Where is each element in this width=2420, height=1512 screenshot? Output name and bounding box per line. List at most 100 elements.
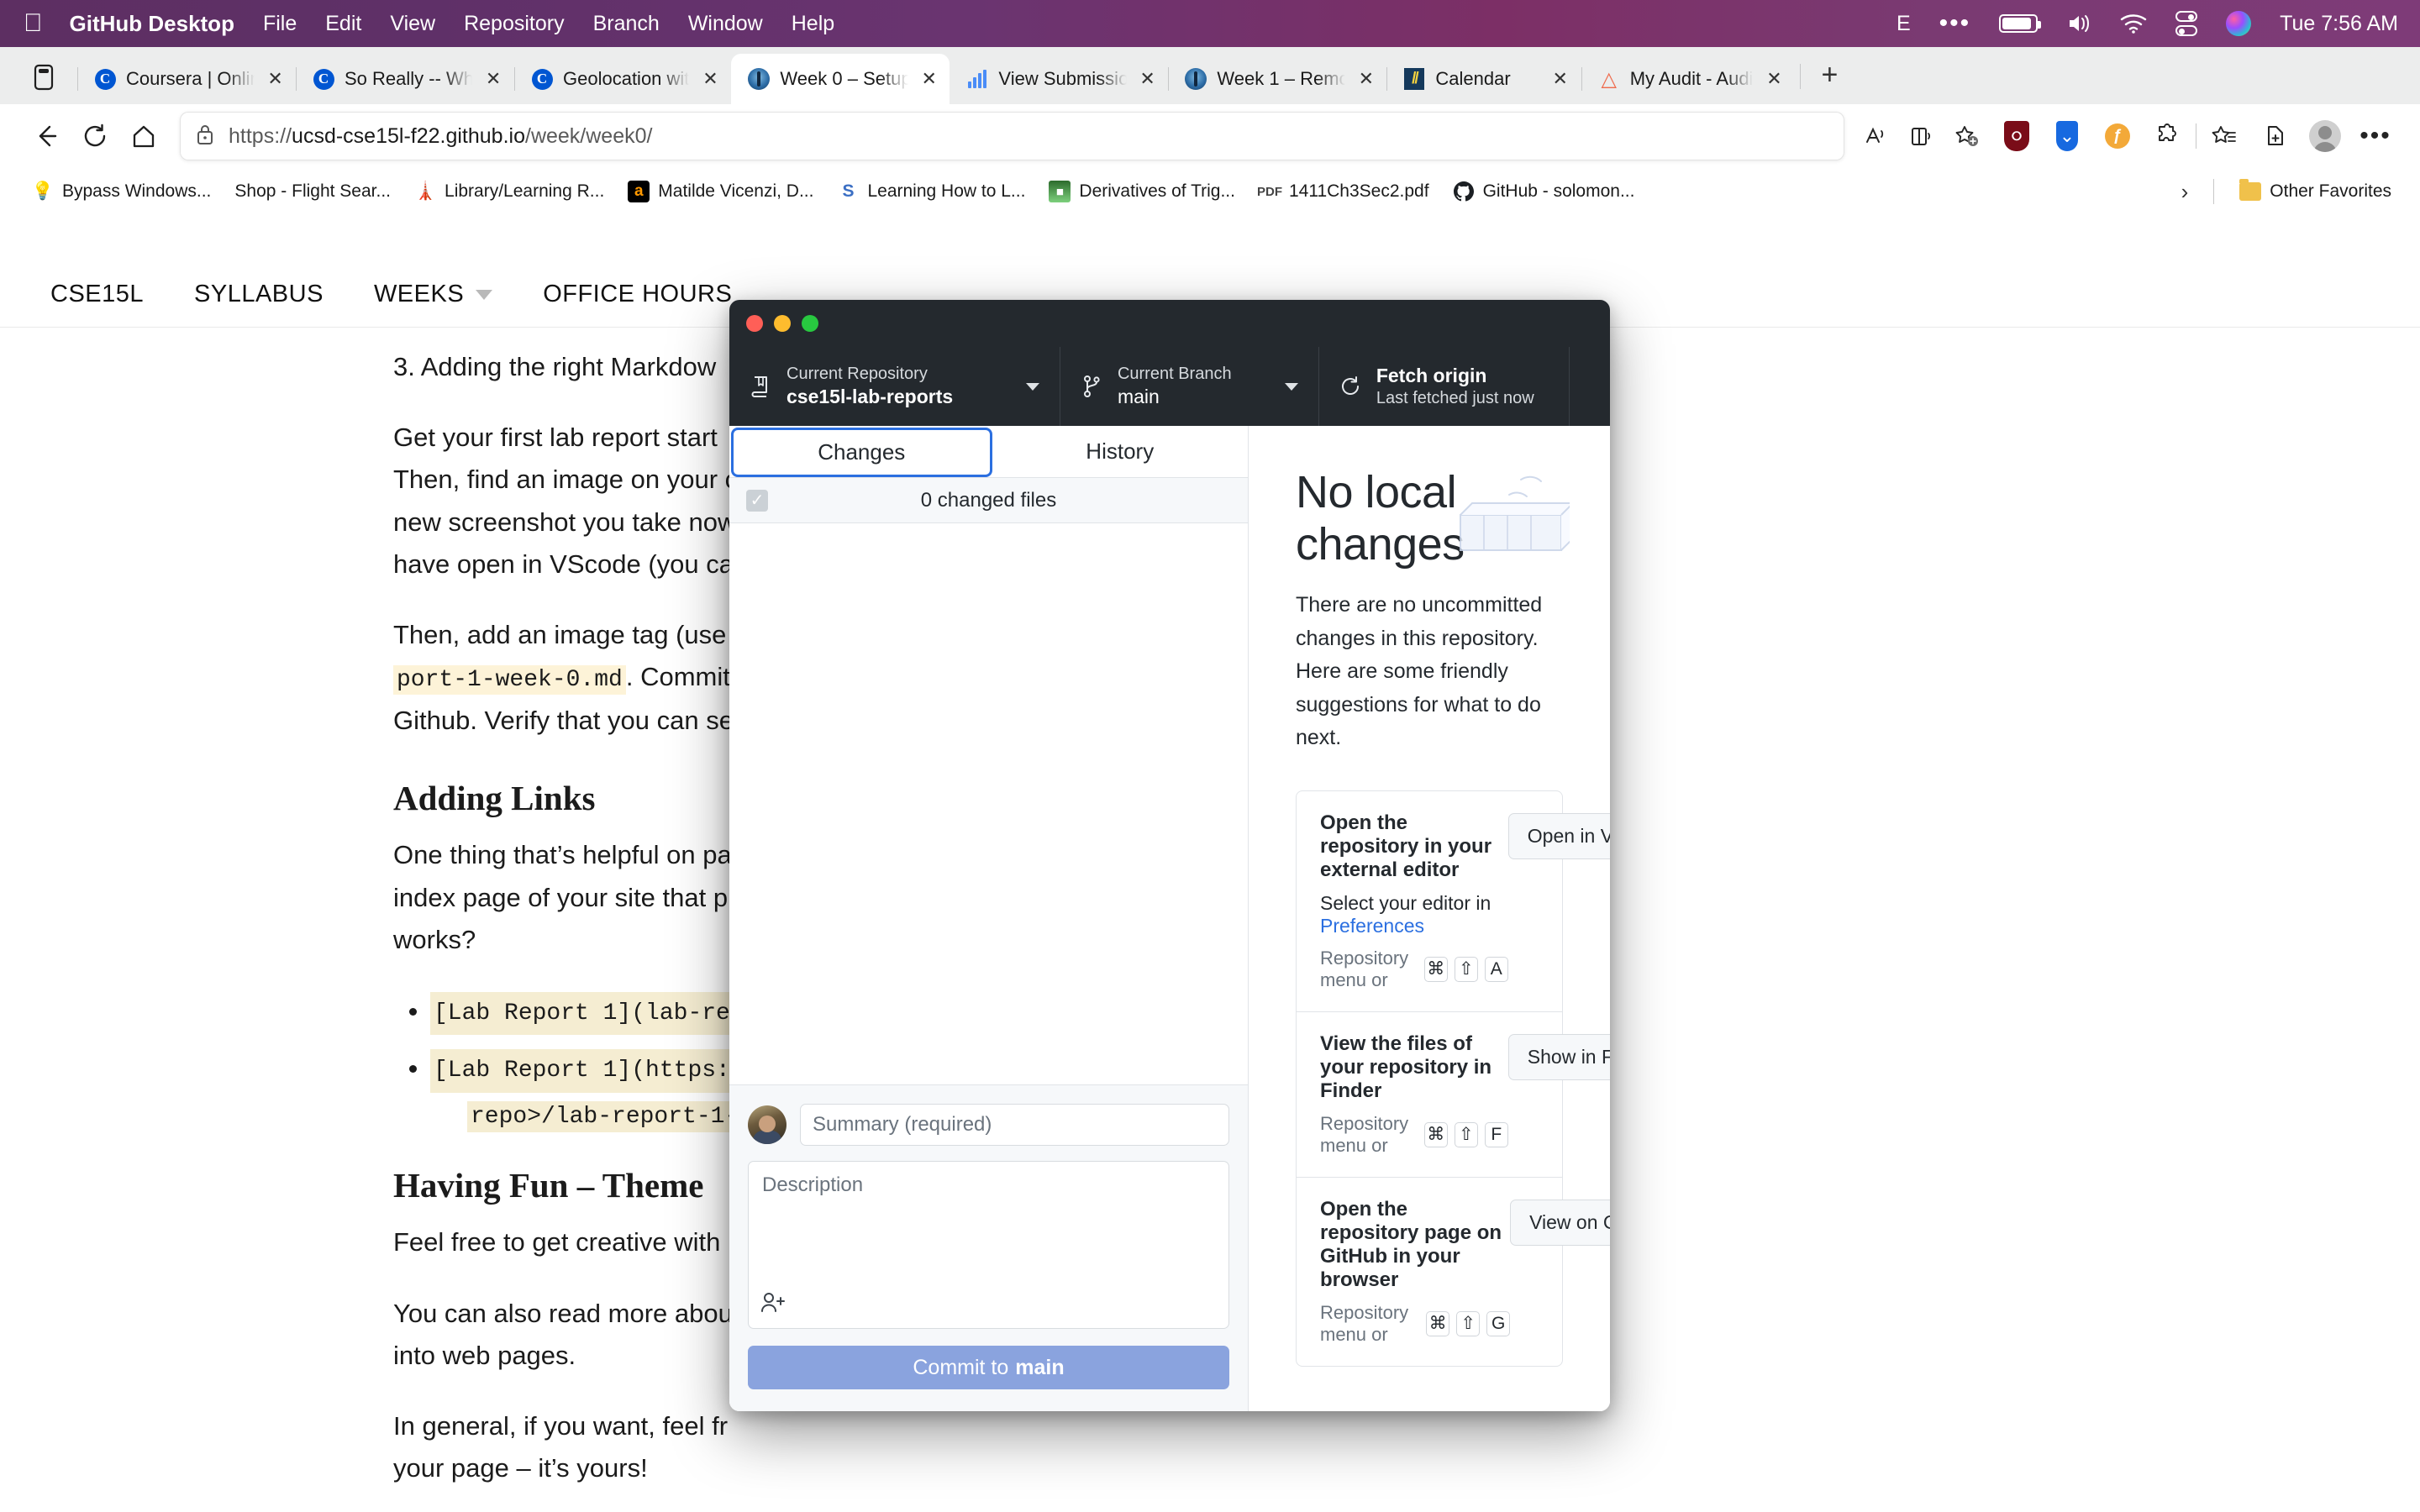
preferences-link[interactable]: Preferences (1320, 915, 1424, 937)
suggestion-open-in-editor: Open the repository in your external edi… (1297, 791, 1610, 1012)
tab-close-icon[interactable]: ✕ (1549, 68, 1571, 90)
changed-files-list[interactable] (729, 523, 1248, 1084)
menu-edit[interactable]: Edit (325, 12, 361, 36)
honey-icon[interactable]: ƒ (2095, 113, 2140, 159)
site-nav-office-hours[interactable]: OFFICE HOURS (518, 281, 757, 308)
site-nav-cse15l[interactable]: CSE15L (25, 281, 169, 308)
address-bar[interactable]: https://ucsd-cse15l-f22.github.io/week/w… (180, 112, 1844, 160)
commit-description-input[interactable]: Description (748, 1161, 1229, 1329)
chevron-right-icon[interactable]: › (2170, 179, 2201, 205)
chevron-down-icon[interactable] (1025, 382, 1039, 391)
fetch-origin-button[interactable]: Fetch origin Last fetched just now (1319, 347, 1570, 426)
select-all-checkbox[interactable]: ✓ (746, 489, 768, 512)
tab-close-icon[interactable]: ✕ (699, 68, 721, 90)
menu-window[interactable]: Window (688, 12, 763, 36)
new-tab-button[interactable]: + (1806, 54, 1853, 104)
browser-tab-geolocation[interactable]: C Geolocation wit ✕ (514, 54, 731, 104)
collections-icon[interactable] (2202, 113, 2247, 159)
bookmark-github-solomon[interactable]: GitHub - solomon... (1441, 181, 1647, 202)
extensions-puzzle-icon[interactable] (2145, 113, 2191, 159)
add-coauthor-icon[interactable] (760, 1292, 786, 1320)
home-icon[interactable] (119, 112, 168, 160)
split-screen-icon[interactable] (1898, 113, 1944, 159)
wifi-icon[interactable] (2120, 13, 2147, 34)
ucsd-icon (748, 68, 771, 90)
address-bar-url[interactable]: https://ucsd-cse15l-f22.github.io/week/w… (229, 124, 652, 149)
bookmark-library-learning[interactable]: 🗼 Library/Learning R... (402, 181, 616, 202)
menu-branch[interactable]: Branch (593, 12, 660, 36)
browser-tab-view-submission[interactable]: View Submissio ✕ (950, 54, 1168, 104)
paragraph-line: index page of your site that p (393, 882, 729, 912)
bookmark-learning-how-to-learn[interactable]: S Learning How to L... (825, 181, 1037, 202)
browser-tab-coursera-1[interactable]: C Coursera | Onlin ✕ (77, 54, 296, 104)
siri-icon[interactable] (2226, 11, 2252, 36)
tab-close-icon[interactable]: ✕ (1137, 68, 1159, 90)
bookmarks-divider (2213, 179, 2215, 204)
shortcut-prefix: Repository menu or (1320, 1301, 1409, 1345)
tab-actions-icon[interactable] (22, 55, 66, 99)
bookmark-other-favorites[interactable]: Other Favorites (2228, 179, 2403, 202)
browser-tab-week0-setup[interactable]: Week 0 – Setup ✕ (731, 54, 950, 104)
browser-tab-week1-remote[interactable]: Week 1 – Remo ✕ (1168, 54, 1386, 104)
settings-more-icon[interactable]: ••• (2353, 113, 2398, 159)
browser-tab-my-audit[interactable]: △ My Audit - Audi ✕ (1581, 54, 1796, 104)
bookmark-1411ch3sec2-pdf[interactable]: PDF 1411Ch3Sec2.pdf (1247, 181, 1441, 202)
shortcut-prefix: Repository menu or (1320, 947, 1409, 990)
tab-title: So Really -- Wh (345, 68, 473, 89)
zoom-button[interactable] (802, 315, 818, 332)
current-branch-dropdown[interactable]: Current Branch main (1060, 347, 1319, 426)
coursera-icon: C (94, 68, 116, 90)
open-in-visual-studio-code-button[interactable]: Open in Visual Studio Code (1507, 812, 1610, 859)
input-source-indicator[interactable]: E (1897, 12, 1911, 36)
commit-summary-input[interactable]: Summary (required) (800, 1104, 1229, 1146)
back-arrow-icon[interactable] (22, 112, 71, 160)
current-repository-dropdown[interactable]: Current Repository cse15l-lab-reports (729, 347, 1060, 426)
folder-icon (2239, 179, 2262, 202)
menu-file[interactable]: File (263, 12, 297, 36)
tab-close-icon[interactable]: ✕ (1355, 68, 1376, 90)
menubar-app-name[interactable]: GitHub Desktop (70, 11, 234, 37)
gh-tab-bar: Changes History (729, 426, 1248, 478)
site-nav-weeks[interactable]: WEEKS (349, 281, 518, 308)
tab-history[interactable]: History (992, 426, 1249, 477)
close-button[interactable] (746, 315, 763, 332)
battery-icon[interactable] (1999, 14, 2042, 33)
site-nav-syllabus[interactable]: SYLLABUS (169, 281, 349, 308)
show-in-finder-button[interactable]: Show in Finder (1507, 1033, 1610, 1080)
tab-close-icon[interactable]: ✕ (265, 68, 286, 90)
tab-title: My Audit - Audi (1629, 68, 1754, 89)
browser-tab-calendar[interactable]: Calendar ✕ (1386, 54, 1581, 104)
menubar-clock[interactable]: Tue 7:56 AM (2280, 12, 2398, 36)
tab-changes[interactable]: Changes (731, 428, 992, 477)
control-center-icon[interactable]: ••• (1939, 9, 1971, 38)
tab-close-icon[interactable]: ✕ (1763, 68, 1785, 90)
password-manager-icon[interactable]: ⌄ (2044, 113, 2090, 159)
toggles-icon[interactable] (2175, 11, 2198, 36)
pdf-icon: PDF (1256, 184, 1282, 199)
volume-icon[interactable] (2066, 13, 2091, 34)
commit-to-branch-button[interactable]: Commit to main (748, 1346, 1229, 1389)
site-nav-label: WEEKS (373, 281, 465, 307)
bookmark-derivatives-of-trig[interactable]: ■ Derivatives of Trig... (1037, 181, 1247, 202)
bookmark-shop-flight-search[interactable]: Shop - Flight Sear... (223, 181, 402, 202)
ublock-origin-icon[interactable]: ⭘ (1994, 113, 2039, 159)
tab-close-icon[interactable]: ✕ (918, 68, 939, 90)
chevron-down-icon[interactable] (1284, 382, 1298, 391)
menu-repository[interactable]: Repository (464, 12, 565, 36)
bars-icon (966, 68, 988, 90)
menu-help[interactable]: Help (792, 12, 834, 36)
apple-menu-icon[interactable]:  (24, 11, 43, 36)
minimize-button[interactable] (774, 315, 791, 332)
view-on-github-button[interactable]: View on GitHub (1510, 1199, 1610, 1246)
refresh-icon[interactable] (71, 112, 119, 160)
bookmark-bypass-windows[interactable]: 💡 Bypass Windows... (20, 181, 223, 202)
menu-view[interactable]: View (390, 12, 435, 36)
add-profile-icon[interactable] (2252, 113, 2297, 159)
profile-avatar-icon[interactable] (2302, 113, 2348, 159)
read-aloud-icon[interactable] (1853, 113, 1898, 159)
browser-tab-so-really[interactable]: C So Really -- Wh ✕ (296, 54, 514, 104)
lock-icon[interactable] (195, 123, 215, 150)
tab-close-icon[interactable]: ✕ (482, 68, 504, 90)
add-favorite-icon[interactable] (1944, 113, 1989, 159)
bookmark-matilde-vicenzi[interactable]: a Matilde Vicenzi, D... (616, 181, 825, 202)
